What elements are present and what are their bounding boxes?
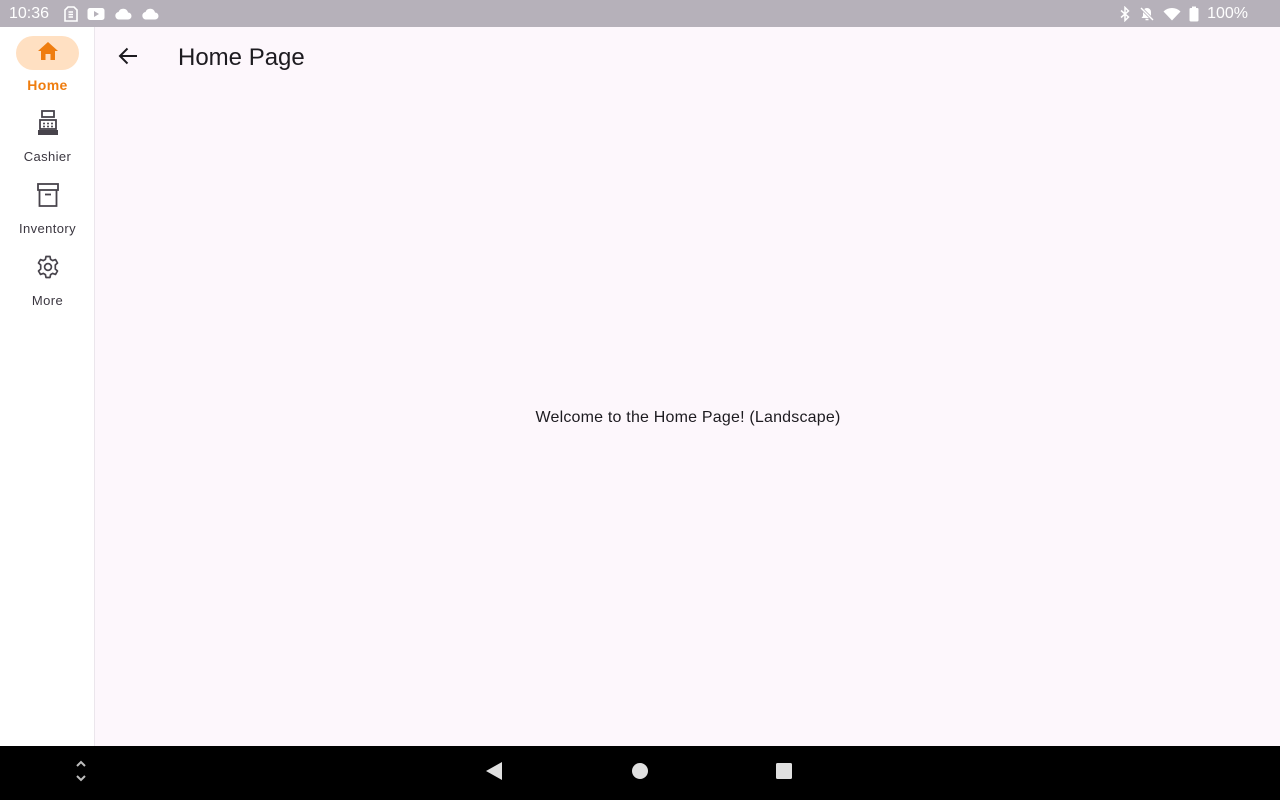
navigation-rail: Home Cashier Inventory More: [0, 27, 95, 746]
main-content: Welcome to the Home Page! (Landscape): [96, 89, 1280, 746]
sim-icon: [64, 5, 78, 22]
mute-notifications-icon: [1139, 6, 1155, 22]
nav-item-inventory[interactable]: Inventory: [0, 180, 95, 244]
cloud-icon: [141, 8, 159, 20]
nav-label-cashier: Cashier: [23, 149, 72, 164]
system-recents-button[interactable]: [757, 746, 811, 800]
nav-indicator: [16, 36, 79, 70]
back-button[interactable]: [104, 34, 152, 82]
system-navigation-bar: [0, 746, 1280, 800]
nav-item-cashier[interactable]: Cashier: [0, 108, 95, 172]
nav-label-more: More: [31, 293, 64, 308]
welcome-message: Welcome to the Home Page! (Landscape): [535, 408, 841, 426]
system-home-button[interactable]: [613, 746, 667, 800]
cash-register-icon: [37, 109, 59, 141]
rotate-button[interactable]: [54, 746, 108, 800]
youtube-icon: [87, 7, 105, 21]
nav-label-home: Home: [27, 77, 68, 93]
recents-square-icon: [775, 762, 793, 785]
rotate-icon: [75, 759, 87, 788]
status-right: 100%: [1119, 5, 1248, 23]
nav-icon-container: [16, 108, 79, 142]
nav-icon-container: [16, 180, 79, 214]
cloud-icon: [114, 8, 132, 20]
bluetooth-icon: [1119, 5, 1131, 22]
arrow-back-icon: [118, 47, 138, 70]
status-bar: 10:36 100%: [0, 0, 1280, 27]
nav-label-inventory: Inventory: [18, 221, 77, 236]
app-bar: Home Page: [96, 27, 1280, 89]
status-time: 10:36: [9, 4, 50, 22]
gear-icon: [36, 255, 60, 284]
page-title: Home Page: [178, 44, 305, 71]
battery-percentage: 100%: [1207, 4, 1248, 22]
home-icon: [37, 41, 59, 66]
wifi-icon: [1163, 7, 1181, 21]
home-circle-icon: [631, 762, 649, 785]
nav-item-home[interactable]: Home: [0, 36, 95, 100]
battery-icon: [1189, 6, 1199, 22]
nav-icon-container: [16, 252, 79, 286]
system-back-button[interactable]: [467, 746, 521, 800]
back-triangle-icon: [485, 761, 503, 786]
archive-box-icon: [36, 182, 59, 212]
nav-item-more[interactable]: More: [0, 252, 95, 316]
status-left: 10:36: [9, 5, 159, 23]
